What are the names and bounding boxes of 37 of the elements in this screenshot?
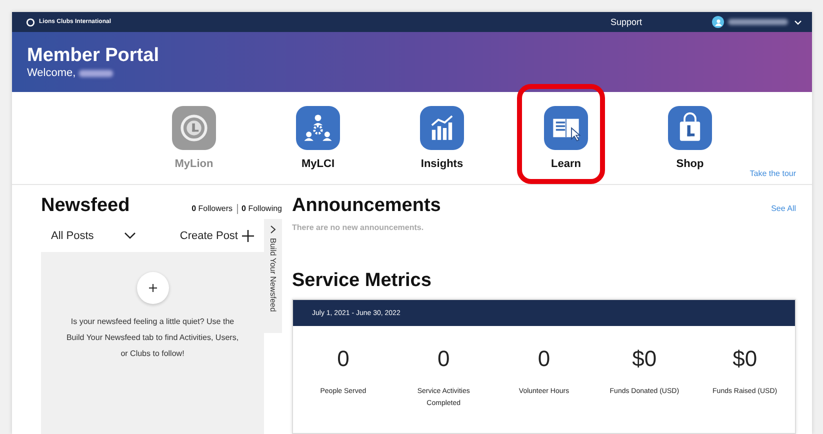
book-app-icon[interactable]	[542, 106, 590, 150]
plus-icon	[242, 230, 254, 242]
metric-value: $0	[732, 346, 758, 373]
tour-link[interactable]: Take the tour	[750, 169, 796, 178]
welcome-text: Welcome,	[27, 67, 76, 79]
announcements-title: Announcements	[292, 195, 441, 217]
empty-announcements-text: There are no new announcements.	[292, 223, 425, 232]
chart-app-icon[interactable]	[418, 106, 466, 150]
create-post-button[interactable]: Create Post	[180, 230, 254, 242]
metric-value: $0	[632, 346, 657, 373]
redacted-name	[78, 70, 113, 76]
plus-icon	[148, 284, 156, 292]
chevron-right-icon	[270, 225, 276, 234]
app-label[interactable]: Insights	[420, 158, 464, 170]
build-newsfeed-tab[interactable]: Build Your Newsfeed	[264, 219, 282, 333]
metric-value: 0	[337, 346, 350, 373]
caret-icon[interactable]	[794, 18, 802, 26]
bag-app-icon[interactable]	[666, 106, 714, 150]
chevron-down-icon	[124, 232, 136, 240]
redacted-user-name	[728, 19, 788, 25]
followers-count[interactable]: 0 Followers	[192, 204, 233, 213]
see-all-link[interactable]: See All	[771, 204, 796, 213]
service-metrics-title: Service Metrics	[292, 270, 432, 292]
avatar-icon[interactable]	[712, 16, 724, 28]
people-app-icon[interactable]	[294, 106, 342, 150]
support-link[interactable]: Support	[610, 17, 642, 27]
posts-filter-dropdown[interactable]: All Posts	[51, 230, 136, 242]
app-label[interactable]: Shop	[676, 158, 704, 170]
lions-logo-icon	[26, 18, 35, 26]
page-title: Member Portal	[27, 45, 160, 67]
metric-value: 0	[437, 346, 450, 373]
metric-value: 0	[538, 346, 550, 373]
app-label[interactable]: Learn	[551, 158, 581, 170]
newsfeed-title: Newsfeed	[41, 195, 130, 217]
app-label[interactable]: MyLCI	[302, 158, 334, 170]
following-count[interactable]: 0 Following	[242, 204, 282, 213]
empty-feed-message: Is your newsfeed feeling a little quiet? Use the Build Your Newsfeed tab to find Activities, Users, or Clubs to follow!	[65, 316, 240, 360]
